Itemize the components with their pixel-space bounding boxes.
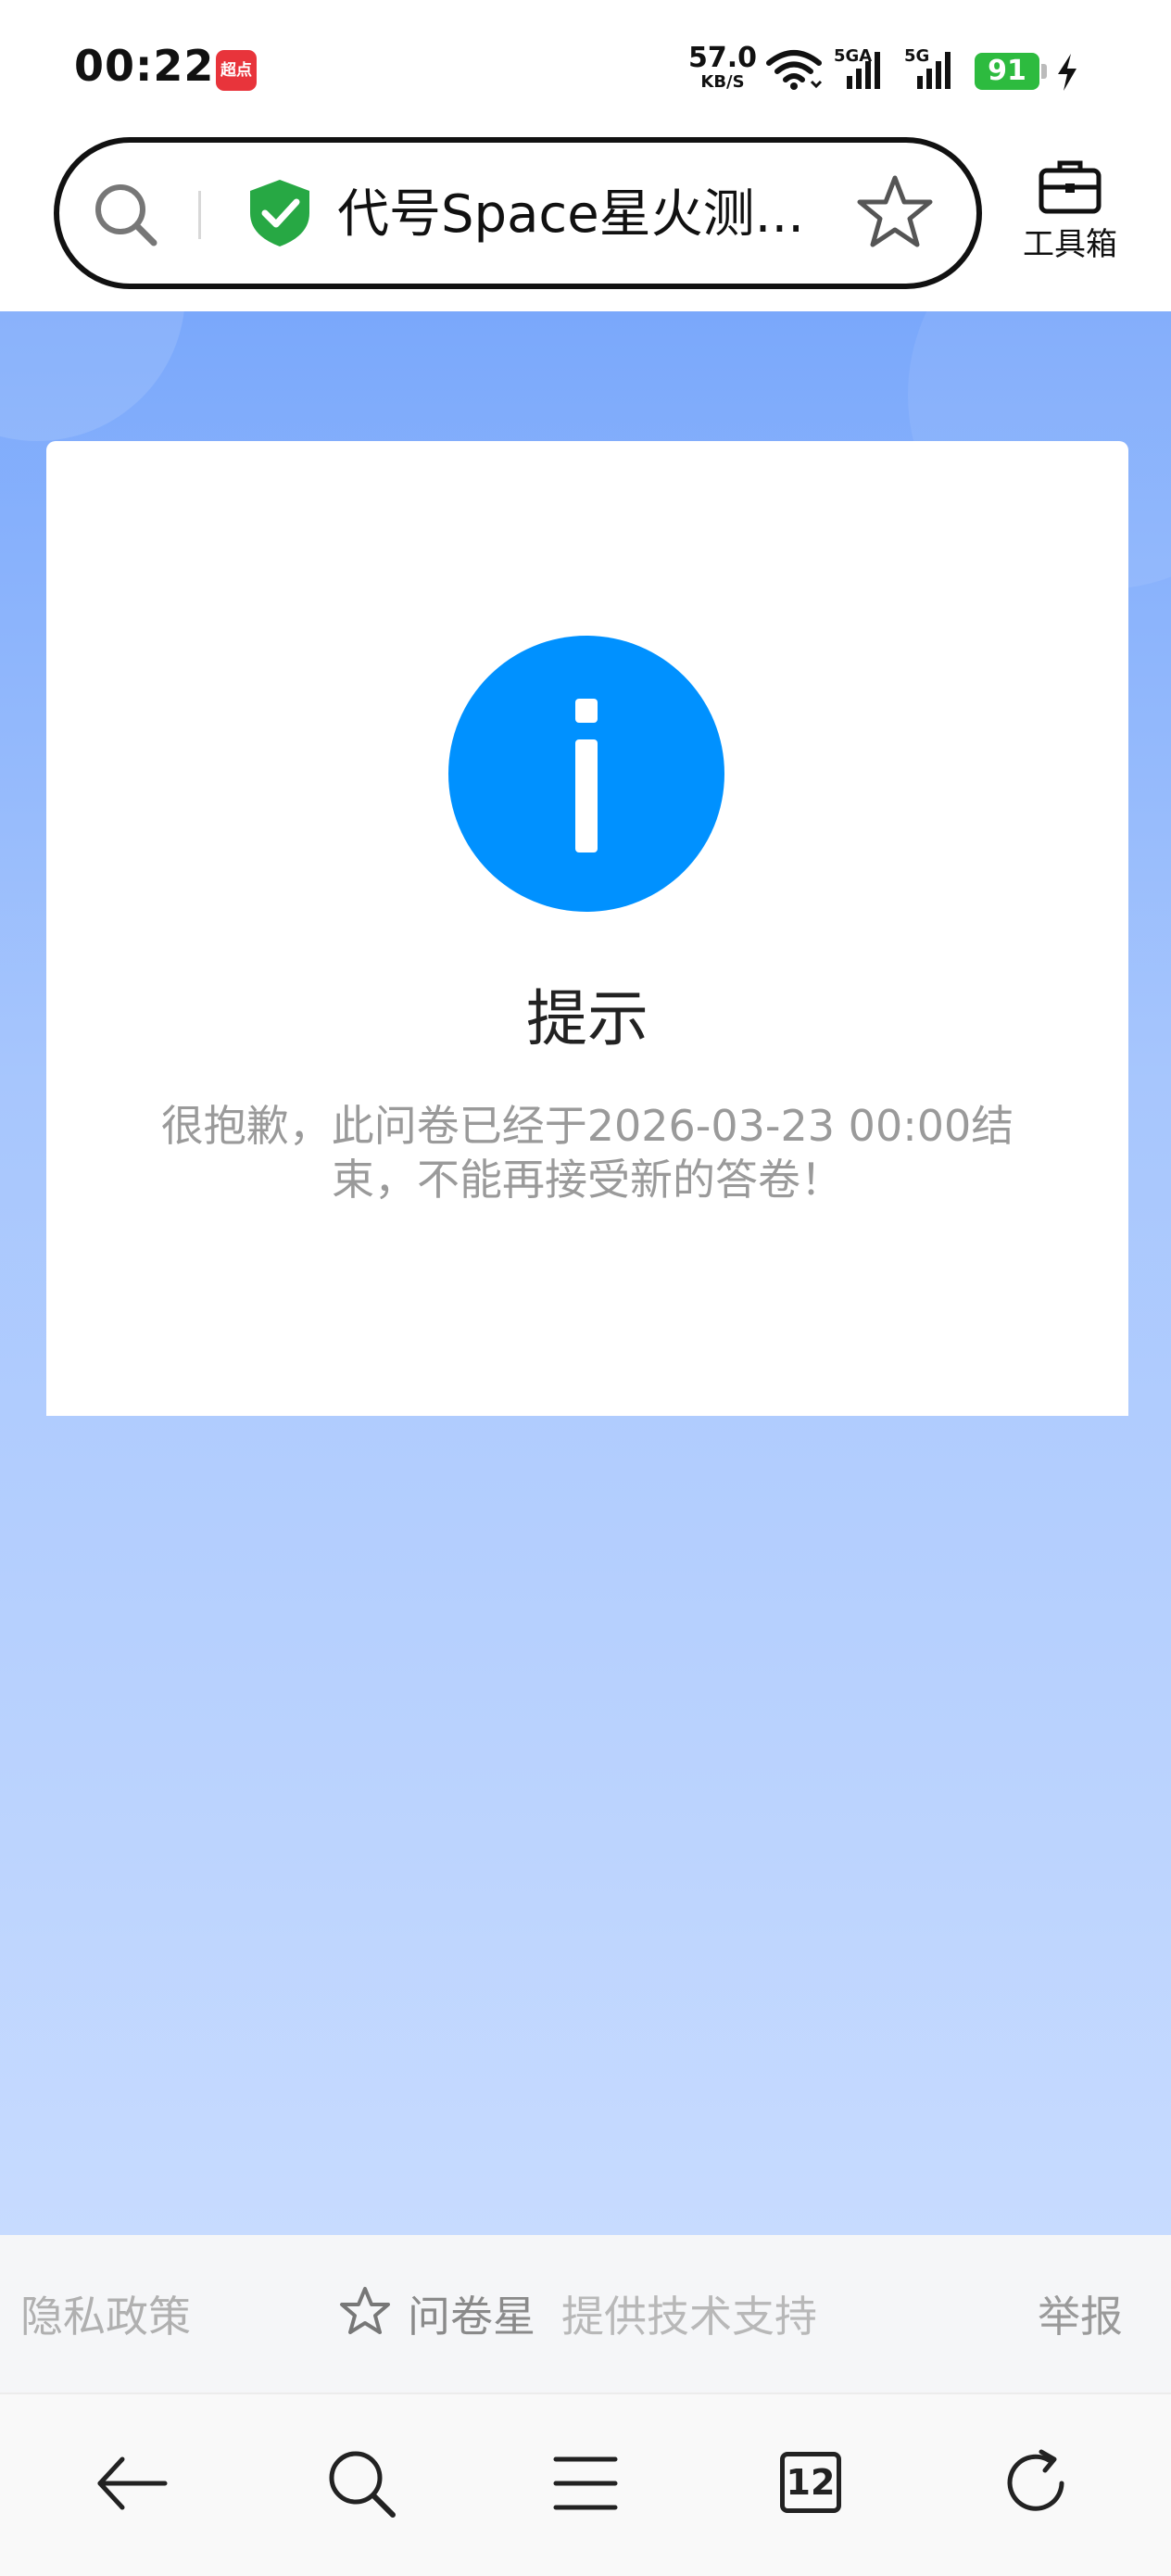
- signal-strength-icon: [917, 52, 951, 89]
- search-icon[interactable]: [91, 180, 161, 250]
- bottom-navigation: [0, 2393, 1171, 2576]
- back-arrow-icon[interactable]: [94, 2446, 169, 2520]
- menu-icon[interactable]: [548, 2446, 623, 2520]
- refresh-icon[interactable]: [1001, 2446, 1075, 2520]
- tabs-count-button[interactable]: 12: [780, 2452, 841, 2513]
- wenjuanxing-star-icon: [340, 2287, 390, 2334]
- toolbox-label: 工具箱: [1023, 226, 1117, 263]
- report-link[interactable]: 举报: [1038, 2283, 1123, 2344]
- notice-title: 提示: [526, 983, 648, 1054]
- network-speed-value: 57.0: [687, 42, 758, 74]
- address-divider: [198, 191, 201, 239]
- brand-link[interactable]: 问卷星: [408, 2283, 535, 2344]
- security-shield-icon[interactable]: [245, 176, 315, 250]
- tech-support-text: 提供技术支持: [561, 2292, 817, 2342]
- toolbox-button[interactable]: 工具箱: [1010, 158, 1130, 269]
- decorative-circle: [0, 311, 185, 441]
- signal-strength-icon: [847, 52, 880, 89]
- network-speed: 57.0 KB/S: [686, 44, 760, 91]
- address-bar[interactable]: 代号Space星火测...: [54, 137, 982, 289]
- info-icon: [448, 636, 724, 912]
- page-title-url[interactable]: 代号Space星火测...: [337, 180, 856, 250]
- battery-tip: [1041, 64, 1047, 79]
- notice-card: 提示 很抱歉，此问卷已经于2026-03-23 00:00结束，不能再接受新的答…: [46, 441, 1128, 1416]
- page-background: 提示 很抱歉，此问卷已经于2026-03-23 00:00结束，不能再接受新的答…: [0, 311, 1171, 2235]
- bookmark-star-icon[interactable]: [856, 172, 934, 250]
- toolbox-icon: [1039, 160, 1102, 214]
- charging-icon: [1058, 54, 1077, 91]
- notice-message: 很抱歉，此问卷已经于2026-03-23 00:00结束，不能再接受新的答卷！: [160, 1101, 1014, 1205]
- network-speed-unit: KB/S: [700, 72, 745, 92]
- status-time: 00:22: [74, 41, 215, 91]
- status-bar: 00:22 超点 57.0 KB/S 5GA 5G 91: [0, 0, 1171, 139]
- search-icon[interactable]: [324, 2446, 398, 2520]
- page-footer: 隐私政策 问卷星 提供技术支持 举报: [0, 2235, 1171, 2393]
- privacy-policy-link[interactable]: 隐私政策: [20, 2283, 191, 2344]
- battery-level: 91: [975, 53, 1039, 90]
- wifi-icon: [766, 50, 823, 90]
- app-notification-icon: 超点: [216, 50, 257, 91]
